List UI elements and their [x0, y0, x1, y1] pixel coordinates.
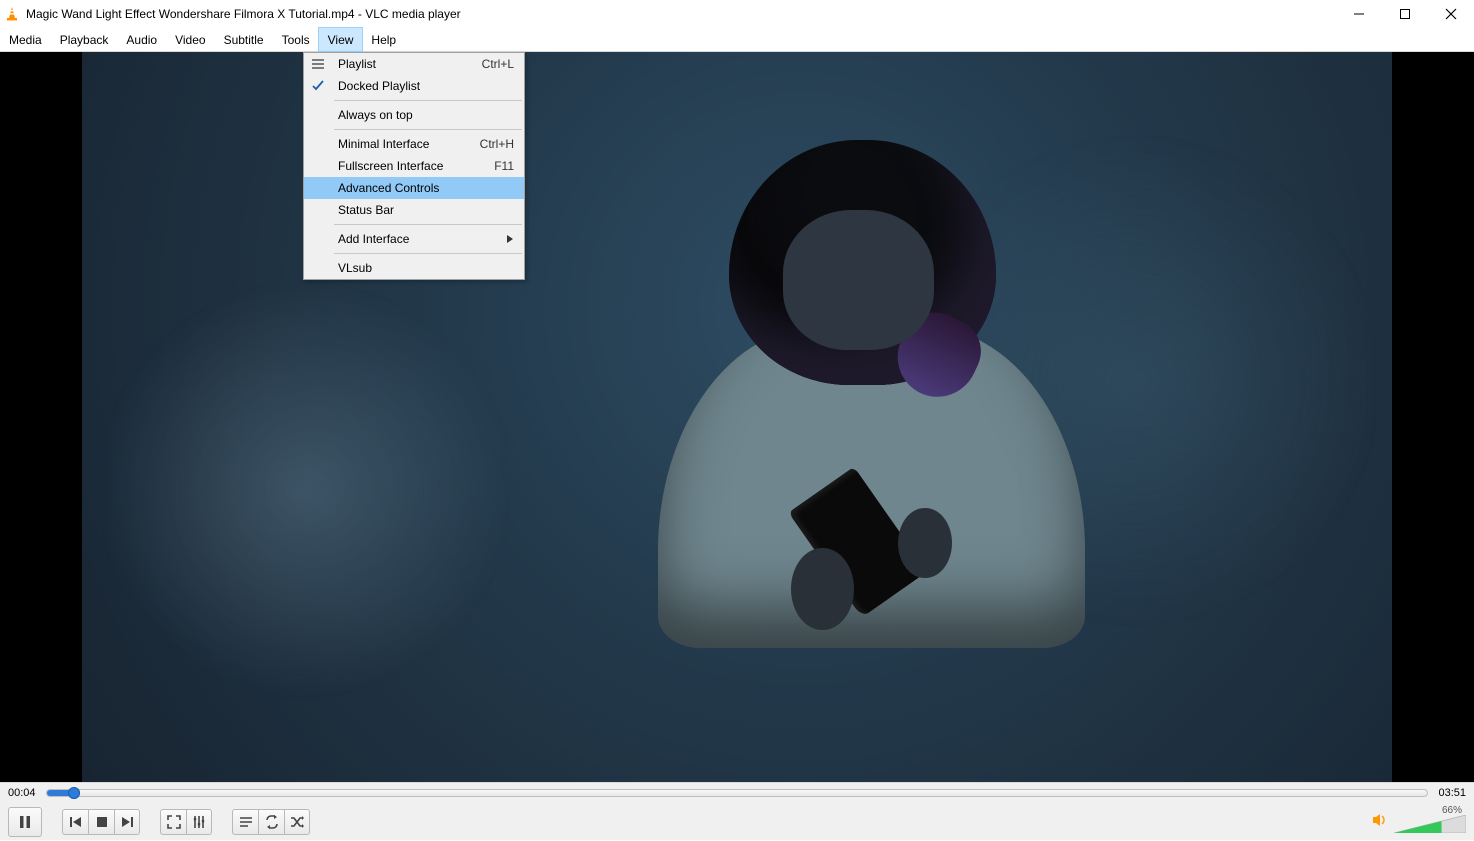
maximize-button[interactable] — [1382, 0, 1428, 28]
menu-media[interactable]: Media — [0, 28, 51, 51]
menu-item-status-bar[interactable]: Status Bar — [304, 199, 524, 221]
volume-percent: 66% — [1442, 805, 1462, 816]
previous-button[interactable] — [62, 809, 88, 835]
seek-bar[interactable] — [46, 789, 1429, 797]
playlist-group — [232, 809, 310, 835]
menu-item-label: Status Bar — [332, 203, 514, 217]
menu-separator — [334, 100, 522, 101]
menu-shortcut: Ctrl+L — [482, 57, 514, 71]
shuffle-button[interactable] — [284, 809, 310, 835]
menu-item-vlsub[interactable]: VLsub — [304, 257, 524, 279]
menu-item-label: VLsub — [332, 261, 514, 275]
menu-separator — [334, 224, 522, 225]
menu-item-label: Minimal Interface — [332, 137, 480, 151]
menu-separator — [334, 129, 522, 130]
titlebar: Magic Wand Light Effect Wondershare Film… — [0, 0, 1474, 28]
volume-control[interactable]: 66% — [1372, 812, 1466, 833]
window-title: Magic Wand Light Effect Wondershare Film… — [26, 7, 461, 21]
menu-item-label: Playlist — [332, 57, 482, 71]
menu-item-playlist[interactable]: PlaylistCtrl+L — [304, 53, 524, 75]
menu-item-docked-playlist[interactable]: Docked Playlist — [304, 75, 524, 97]
view-menu-dropdown: PlaylistCtrl+L Docked Playlist Always on t… — [303, 52, 525, 280]
fullscreen-button[interactable] — [160, 809, 186, 835]
extended-settings-button[interactable] — [186, 809, 212, 835]
menu-item-advanced-controls[interactable]: Advanced Controls — [304, 177, 524, 199]
minimize-button[interactable] — [1336, 0, 1382, 28]
elapsed-time: 00:04 — [8, 787, 36, 799]
volume-slider[interactable]: 66% — [1394, 815, 1466, 833]
view-group — [160, 809, 212, 835]
menu-item-label: Advanced Controls — [332, 181, 514, 195]
menu-item-label: Docked Playlist — [332, 79, 514, 93]
vlc-icon — [4, 6, 20, 22]
playlist-button[interactable] — [232, 809, 258, 835]
stop-button[interactable] — [88, 809, 114, 835]
menu-help[interactable]: Help — [362, 28, 405, 51]
menubar: MediaPlaybackAudioVideoSubtitleToolsView… — [0, 28, 1474, 52]
menu-audio[interactable]: Audio — [117, 28, 166, 51]
menu-video[interactable]: Video — [166, 28, 214, 51]
menu-item-label: Fullscreen Interface — [332, 159, 494, 173]
menu-item-always-on-top[interactable]: Always on top — [304, 104, 524, 126]
check-icon — [304, 80, 332, 92]
menu-item-label: Add Interface — [332, 232, 498, 246]
speaker-icon[interactable] — [1372, 812, 1388, 833]
menu-tools[interactable]: Tools — [273, 28, 319, 51]
loop-button[interactable] — [258, 809, 284, 835]
menu-item-label: Always on top — [332, 108, 514, 122]
menu-item-fullscreen-interface[interactable]: Fullscreen InterfaceF11 — [304, 155, 524, 177]
menu-playback[interactable]: Playback — [51, 28, 118, 51]
menu-shortcut: F11 — [494, 159, 514, 173]
menu-subtitle[interactable]: Subtitle — [215, 28, 273, 51]
menu-item-add-interface[interactable]: Add Interface — [304, 228, 524, 250]
transport-group — [62, 809, 140, 835]
playlist-icon — [304, 58, 332, 70]
bottom-panel: 00:04 03:51 66% — [0, 782, 1474, 840]
total-time: 03:51 — [1438, 787, 1466, 799]
menu-shortcut: Ctrl+H — [480, 137, 514, 151]
pause-button[interactable] — [8, 807, 42, 837]
menu-item-minimal-interface[interactable]: Minimal InterfaceCtrl+H — [304, 133, 524, 155]
menu-view[interactable]: View — [319, 28, 363, 51]
menu-separator — [334, 253, 522, 254]
video-frame — [82, 52, 1392, 782]
chevron-right-icon — [498, 232, 514, 246]
video-area[interactable] — [0, 52, 1474, 782]
close-button[interactable] — [1428, 0, 1474, 28]
next-button[interactable] — [114, 809, 140, 835]
